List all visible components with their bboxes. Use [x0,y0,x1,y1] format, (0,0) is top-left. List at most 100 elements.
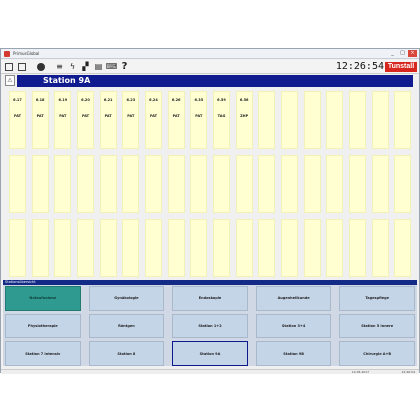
room-cell[interactable] [349,219,366,277]
room-type: PAT [172,114,180,118]
title-bar: PrimusGlobal _ □ × [1,49,419,59]
room-cell[interactable] [77,219,94,277]
room-cell[interactable] [190,155,208,213]
zone-button[interactable]: Station 5 Innere [339,313,415,339]
zone-button[interactable]: Endoskopie [172,286,248,311]
room-number: 6.19 [58,98,68,102]
room-cell[interactable] [258,91,276,149]
room-cell[interactable] [167,219,185,277]
room-cell[interactable] [9,219,26,277]
room-cell[interactable] [371,91,389,149]
room-type: PAT [81,114,90,118]
room-cell[interactable]: 6.21 PAT [99,91,117,149]
zone-button[interactable]: Station 9B [255,341,332,366]
zone-button[interactable]: Station 7 Intensiv [5,341,81,366]
room-cell[interactable]: 6.59 TAG [213,91,230,149]
zone-button[interactable]: Station 3+4 [255,313,332,339]
minimize-button[interactable]: _ [388,50,397,57]
room-type: PAT [36,114,44,118]
room-cell[interactable]: 6.24 PAT [145,91,162,149]
room-cell[interactable] [303,155,321,213]
toolbar: ≡ ϟ ▞ ▤ ⌨ ? 12:26:54 Tunstall [1,60,419,74]
room-cell[interactable] [235,155,253,213]
printer-icon[interactable]: ▤ [93,61,104,72]
room-type: PAT [59,114,67,118]
keyboard-icon[interactable]: ⌨ [106,61,118,72]
room-cell[interactable] [303,91,321,149]
room-cell[interactable] [394,91,412,149]
room-cell[interactable] [281,91,298,149]
room-cell[interactable] [122,219,140,277]
zone-button[interactable]: Chirurgie A+B [339,341,415,366]
room-cell[interactable]: 6.17 PAT [9,91,26,149]
room-number: 6.20 [81,98,90,102]
signal-icon[interactable]: ϟ [67,61,78,72]
room-cell[interactable] [54,219,72,277]
room-cell[interactable] [213,219,230,277]
room-cell[interactable] [145,219,162,277]
zone-button[interactable]: Tagespflege [339,286,415,311]
zone-button[interactable]: Augenheilkunde [255,286,332,311]
room-cell[interactable] [281,155,298,213]
room-number: 6.24 [149,98,158,102]
room-number: 6.26 [171,98,181,102]
zone-button[interactable]: Station 9A [172,341,248,366]
room-cell[interactable] [394,219,412,277]
zone-button[interactable]: Röntgen [88,313,165,339]
room-type: PAT [13,114,22,118]
room-cell[interactable]: 6.35 PAT [190,91,208,149]
zone-button[interactable]: Station 1+2 [172,313,248,339]
room-number: 6.56 [239,98,249,102]
chart-icon[interactable]: ▞ [80,61,91,72]
room-cell[interactable] [54,155,72,213]
room-cell[interactable] [167,155,185,213]
room-cell[interactable] [258,219,276,277]
room-number: 6.21 [103,98,113,102]
panel-icon[interactable] [3,61,14,72]
room-cell[interactable] [326,155,344,213]
help-icon[interactable]: ? [119,61,130,72]
room-cell[interactable] [122,155,140,213]
room-cell[interactable] [9,155,26,213]
alarm-icon[interactable]: ⚠ [5,75,15,86]
room-cell[interactable]: 6.20 PAT [77,91,94,149]
bell-icon[interactable] [35,61,46,72]
room-number: 6.18 [35,98,45,102]
close-button[interactable]: × [408,50,417,57]
room-cell[interactable] [235,219,253,277]
room-cell[interactable] [371,155,389,213]
room-cell[interactable]: 6.23 PAT [122,91,140,149]
zone-button[interactable]: Gynäkologie [88,286,165,311]
room-cell[interactable] [31,155,49,213]
maximize-button[interactable]: □ [398,50,407,57]
room-cell[interactable] [77,155,94,213]
zone-panel: Stationsübersicht Notaufnahme Gynäkologie… [3,280,417,366]
room-cell[interactable] [281,219,298,277]
room-cell[interactable] [145,155,162,213]
room-cell[interactable] [394,155,412,213]
room-cell[interactable]: 6.19 PAT [54,91,72,149]
room-cell[interactable] [258,155,276,213]
room-cell[interactable] [31,219,49,277]
zone-button[interactable]: Physiotherapie [5,313,81,339]
room-cell[interactable]: 6.56 ZHP [235,91,253,149]
room-cell[interactable]: 6.18 PAT [31,91,49,149]
zone-button[interactable]: Station 8 [88,341,165,366]
room-cell[interactable] [326,91,344,149]
room-number: 6.59 [217,98,226,102]
room-cell[interactable]: 6.26 PAT [167,91,185,149]
room-cell[interactable] [326,219,344,277]
room-type: PAT [149,114,158,118]
room-cell[interactable] [99,155,117,213]
user-icon[interactable]: ≡ [54,61,65,72]
room-cell[interactable] [190,219,208,277]
status-date: 12.05.2017 [351,370,369,374]
room-cell[interactable] [349,155,366,213]
room-cell[interactable] [371,219,389,277]
room-cell[interactable] [99,219,117,277]
zone-button[interactable]: Notaufnahme [5,286,81,311]
list-icon[interactable] [16,61,27,72]
room-cell[interactable] [349,91,366,149]
room-cell[interactable] [303,219,321,277]
room-cell[interactable] [213,155,230,213]
